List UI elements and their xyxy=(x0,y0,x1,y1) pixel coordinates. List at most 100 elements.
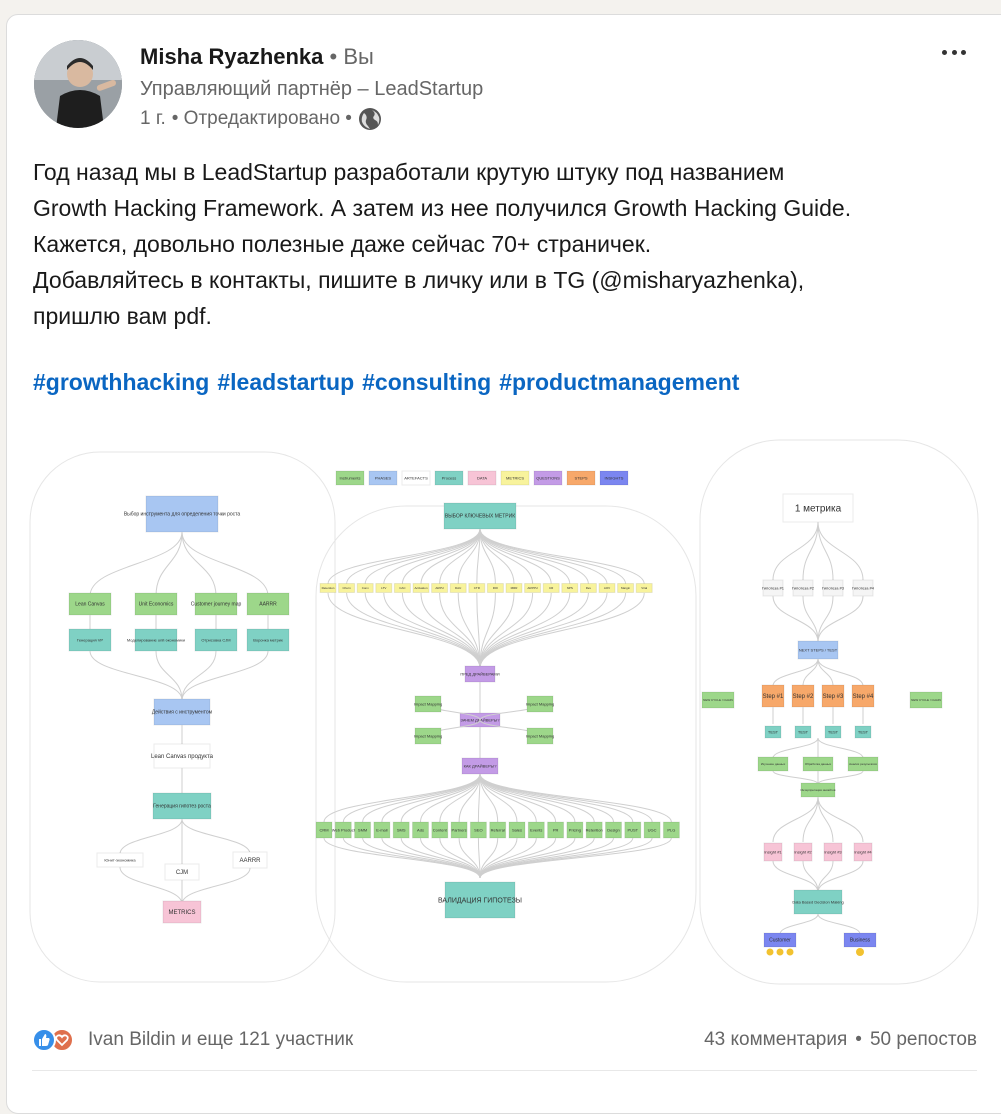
post-line: Growth Hacking Framework. А затем из нее… xyxy=(33,195,852,221)
svg-text:TEST: TEST xyxy=(828,729,839,734)
svg-text:CTR: CTR xyxy=(474,586,481,590)
svg-text:Instruments: Instruments xyxy=(340,475,361,480)
channel-node: Ads xyxy=(412,821,429,839)
channel-node: Web Product xyxy=(332,821,356,839)
svg-text:CAC: CAC xyxy=(399,586,406,590)
svg-text:Step #4: Step #4 xyxy=(853,694,874,700)
artefact-node: Отрисовка CJM xyxy=(194,628,238,652)
unit-econ-node: Юнит-экономика xyxy=(96,852,144,868)
hypothesis-node: Гипотеза #3 xyxy=(822,579,845,597)
tool-node: Customer journey map xyxy=(191,592,242,616)
svg-text:Sales: Sales xyxy=(512,827,522,832)
legend-chip: INSIGHTS xyxy=(599,470,629,486)
lean-canvas-node: Lean Canvas продукта xyxy=(151,743,214,769)
svg-text:TEST: TEST xyxy=(858,729,869,734)
svg-text:Воронка метрик: Воронка метрик xyxy=(253,637,283,642)
svg-text:NEW CYCLE / CHAIN: NEW CYCLE / CHAIN xyxy=(703,698,733,702)
more-dot-icon xyxy=(942,49,947,55)
svg-text:Margin: Margin xyxy=(621,586,631,590)
insight-node: Insight #4 xyxy=(853,842,873,862)
social-counts-bar: Ivan Bildin и еще 121 участник 43 коммен… xyxy=(32,1024,977,1056)
divider xyxy=(32,1070,977,1071)
svg-text:Referral: Referral xyxy=(491,827,505,832)
svg-text:Retention: Retention xyxy=(586,827,603,832)
hashtag-link[interactable]: #leadstartup xyxy=(217,369,354,396)
svg-text:INSIGHTS: INSIGHTS xyxy=(605,475,624,480)
svg-text:Моделирование unit-экономики: Моделирование unit-экономики xyxy=(127,637,185,642)
svg-text:Process: Process xyxy=(442,475,456,480)
svg-text:ПРЕД ДРАЙВЕРАМИ: ПРЕД ДРАЙВЕРАМИ xyxy=(460,671,499,676)
framework-diagram-image[interactable]: Instruments PHASES ARTEFACTS Process DATA MET… xyxy=(28,438,980,986)
reaction-icons xyxy=(32,1027,80,1053)
hashtag-link[interactable]: #productmanagement xyxy=(499,369,739,396)
channel-node: Content xyxy=(431,821,449,839)
svg-text:Web Product: Web Product xyxy=(332,827,356,832)
reactions-text[interactable]: Ivan Bildin и еще 121 участник xyxy=(88,1029,353,1051)
svg-text:STEPS: STEPS xyxy=(574,475,587,480)
comments-count[interactable]: 43 комментария xyxy=(704,1029,847,1051)
metric-chip: LTV xyxy=(375,583,393,593)
post-time: 1 г. xyxy=(140,108,166,129)
reposts-count[interactable]: 50 репостов xyxy=(870,1029,977,1051)
svg-text:Impact Mapping: Impact Mapping xyxy=(526,733,554,738)
svg-text:Step #2: Step #2 xyxy=(793,694,814,700)
channel-node: CRM xyxy=(315,821,333,839)
channel-node: PR xyxy=(547,821,565,839)
svg-text:ARPU: ARPU xyxy=(435,586,443,590)
tool-node: Unit Economics xyxy=(134,592,178,616)
more-options-button[interactable] xyxy=(936,38,972,66)
svg-text:ARTEFACTS: ARTEFACTS xyxy=(404,475,428,480)
svg-text:QUESTIONS: QUESTIONS xyxy=(536,475,560,480)
channel-node: Partners xyxy=(450,821,468,839)
svg-text:Генерация гипотез роста: Генерация гипотез роста xyxy=(153,804,211,810)
metrics-node: METRICS xyxy=(162,900,202,924)
artefact-node: Генерация VP xyxy=(68,628,112,652)
pre-drivers-node: ПРЕД ДРАЙВЕРАМИ xyxy=(460,665,500,683)
validation-node: ВАЛИДАЦИЯ ГИПОТЕЗЫ xyxy=(438,881,522,919)
metric-chip: Churn xyxy=(338,583,356,593)
svg-text:NEW CYCLE / CHAIN: NEW CYCLE / CHAIN xyxy=(911,698,941,702)
interp-node: Интерпретация инсайтов xyxy=(800,782,836,798)
channel-node: SMM xyxy=(354,821,372,839)
hashtag-link[interactable]: #growthhacking xyxy=(33,369,209,396)
svg-text:Insight #3: Insight #3 xyxy=(824,849,842,854)
channel-node: Retention xyxy=(586,821,603,839)
test-node: TEST xyxy=(824,725,842,739)
svg-text:SEO: SEO xyxy=(474,827,482,832)
svg-text:КАК ДРАЙВЕРЫ?: КАК ДРАЙВЕРЫ? xyxy=(464,763,498,768)
test-node: TEST xyxy=(854,725,872,739)
svg-text:Обработка данных: Обработка данных xyxy=(805,762,832,766)
hashtag-link[interactable]: #consulting xyxy=(362,369,491,396)
hypothesis-node: Гипотеза #4 xyxy=(852,579,875,597)
edited-label: • Отредактировано • xyxy=(171,108,352,129)
generation-node: Генерация гипотез роста xyxy=(152,792,212,820)
metric-chip: Conv xyxy=(356,583,374,593)
tool-node: Lean Canvas xyxy=(68,592,112,616)
svg-text:E-mail: E-mail xyxy=(376,827,387,832)
svg-text:ARPPU: ARPPU xyxy=(527,586,537,590)
svg-text:Rev: Rev xyxy=(586,586,592,590)
svg-text:Гипотеза #1: Гипотеза #1 xyxy=(762,585,785,590)
cjm-node: CJM xyxy=(164,863,200,881)
tool-node: AARRR xyxy=(246,592,290,616)
legend-chip: QUESTIONS xyxy=(533,470,563,486)
reactions-summary[interactable]: Ivan Bildin и еще 121 участник xyxy=(32,1027,353,1053)
author-name[interactable]: Misha Ryazhenka • Вы xyxy=(140,44,374,70)
svg-text:Изучение данных: Изучение данных xyxy=(761,762,786,766)
svg-text:NEXT STEPS / TEST: NEXT STEPS / TEST xyxy=(799,647,838,652)
author-name-text[interactable]: Misha Ryazhenka xyxy=(140,44,323,69)
legend-chip: Process xyxy=(434,470,464,486)
side-left-node: NEW CYCLE / CHAIN xyxy=(701,691,735,709)
metric-chip: Viral xyxy=(635,583,653,593)
metric-chip: CR xyxy=(542,583,560,593)
svg-text:Действия с инструментом: Действия с инструментом xyxy=(152,709,213,716)
author-avatar[interactable] xyxy=(34,40,122,128)
more-dot-icon xyxy=(951,49,957,55)
svg-text:1 метрика: 1 метрика xyxy=(795,503,842,514)
svg-text:Impact Mapping: Impact Mapping xyxy=(414,733,442,738)
svg-text:Интерпретация инсайтов: Интерпретация инсайтов xyxy=(801,788,836,792)
svg-text:Design: Design xyxy=(607,827,619,832)
insight-node: Insight #2 xyxy=(793,842,813,862)
svg-text:SMS: SMS xyxy=(397,827,406,832)
svg-text:Отрисовка CJM: Отрисовка CJM xyxy=(201,637,230,642)
